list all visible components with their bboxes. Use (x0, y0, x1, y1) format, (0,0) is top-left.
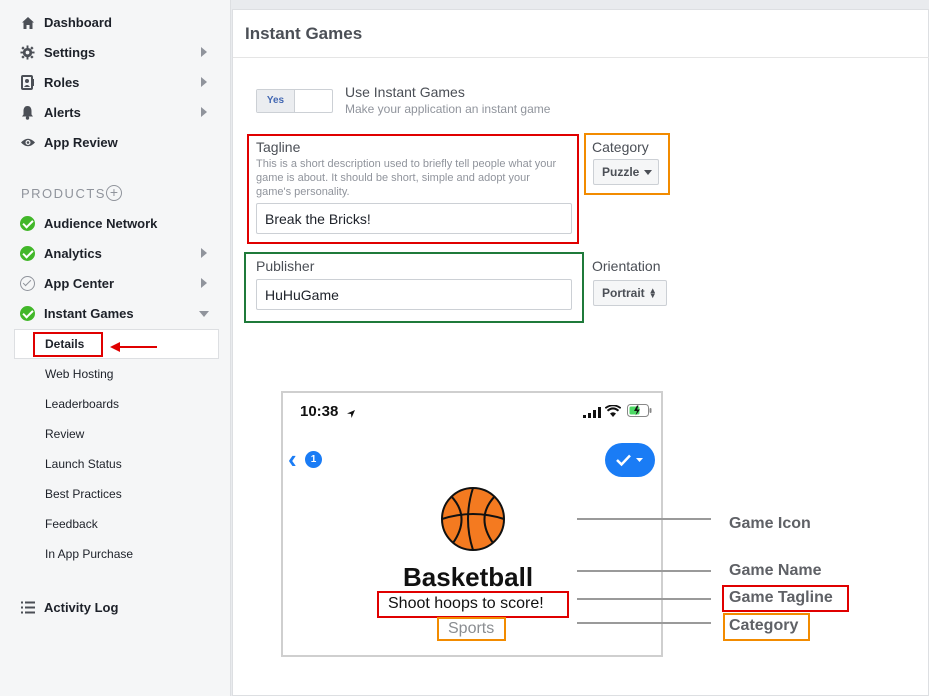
panel-header: Instant Games (233, 10, 929, 58)
orientation-dropdown[interactable]: Portrait ▲ ▼ (593, 280, 667, 306)
game-tagline: Shoot hoops to score! (388, 595, 544, 612)
sidebar-item-label: Audience Network (44, 216, 158, 231)
gear-icon (19, 44, 36, 61)
leader-line-category (577, 622, 711, 624)
sidebar-subitem-leaderboards[interactable]: Leaderboards (45, 397, 119, 411)
sidebar-item-alerts[interactable]: Alerts (0, 97, 219, 127)
check-circle-outline-icon (19, 275, 36, 292)
sidebar-subitem-details[interactable]: Details (45, 337, 84, 351)
home-icon (19, 14, 36, 31)
tagline-help-text: This is a short description used to brie… (256, 158, 557, 198)
sidebar-item-label: Roles (44, 75, 80, 90)
sidebar-item-label: Activity Log (44, 600, 119, 615)
sidebar-item-label: Analytics (44, 246, 102, 261)
game-category: Sports (448, 620, 495, 637)
callout-game-name: Game Name (729, 562, 822, 579)
publisher-label: Publisher (256, 258, 315, 274)
sidebar-item-dashboard[interactable]: Dashboard (0, 7, 219, 37)
chevron-right-icon (201, 248, 207, 258)
tagline-label: Tagline (256, 139, 301, 155)
chevron-down-icon (199, 311, 209, 317)
sidebar-item-label: App Center (44, 276, 115, 291)
sort-arrows-icon: ▲ ▼ (648, 286, 657, 300)
sidebar-item-label: Alerts (44, 105, 81, 120)
caret-down-icon (644, 169, 653, 175)
category-dropdown[interactable]: Puzzle (593, 159, 659, 185)
callout-category: Category (729, 617, 799, 634)
sidebar-item-settings[interactable]: Settings (0, 37, 219, 67)
check-circle-icon (19, 245, 36, 262)
add-product-icon[interactable]: + (106, 185, 122, 201)
sidebar-item-app-review[interactable]: App Review (0, 127, 219, 157)
battery-icon (627, 404, 653, 422)
chevron-right-icon (201, 107, 207, 117)
leader-line-tagline (577, 598, 711, 600)
sidebar-subitem-web-hosting[interactable]: Web Hosting (45, 367, 113, 381)
person-icon (19, 74, 36, 91)
list-icon (19, 599, 36, 616)
back-chevron-icon[interactable]: ‹ (288, 446, 297, 472)
category-value: Puzzle (602, 165, 640, 179)
status-bar-time: 10:38 (300, 403, 339, 420)
game-name: Basketball (403, 562, 534, 592)
chevron-right-icon (201, 47, 207, 57)
sidebar-subitem-launch-status[interactable]: Launch Status (45, 457, 122, 471)
location-arrow-icon (346, 406, 356, 424)
publisher-input[interactable]: HuHuGame (256, 279, 572, 310)
sidebar-item-analytics[interactable]: Analytics (0, 238, 219, 268)
chevron-right-icon (201, 77, 207, 87)
sidebar-item-instant-games[interactable]: Instant Games (0, 298, 219, 328)
sidebar-item-roles[interactable]: Roles (0, 67, 219, 97)
sidebar-subitem-review[interactable]: Review (45, 427, 84, 441)
page-title: Instant Games (245, 24, 363, 43)
check-circle-icon (19, 215, 36, 232)
wifi-icon (604, 404, 622, 422)
sidebar-subitem-in-app-purchase[interactable]: In App Purchase (45, 547, 133, 561)
red-arrow-icon (110, 340, 158, 358)
use-instant-games-toggle[interactable]: Yes (256, 89, 333, 113)
leader-line-name (577, 570, 711, 572)
category-label: Category (592, 139, 649, 155)
products-heading: PRODUCTS (21, 186, 106, 201)
sidebar-item-app-center[interactable]: App Center (0, 268, 219, 298)
basketball-icon (439, 487, 507, 556)
sidebar-subitem-best-practices[interactable]: Best Practices (45, 487, 122, 501)
tagline-input[interactable]: Break the Bricks! (256, 203, 572, 234)
chevron-right-icon (201, 278, 207, 288)
sidebar-item-label: Dashboard (44, 15, 112, 30)
leader-line-icon (577, 518, 711, 520)
callout-game-tagline: Game Tagline (729, 589, 833, 606)
sidebar-item-audience-network[interactable]: Audience Network (0, 208, 219, 238)
back-count-badge: 1 (305, 451, 322, 468)
toggle-yes-label: Yes (257, 90, 295, 112)
sidebar-item-label: Settings (44, 45, 96, 60)
sidebar-item-label: Instant Games (44, 306, 134, 321)
sidebar: Dashboard Settings Roles Alerts App Revi… (0, 0, 231, 696)
orientation-label: Orientation (592, 258, 661, 274)
orientation-value: Portrait (602, 286, 645, 300)
signal-icon (583, 405, 601, 423)
eye-icon (19, 134, 36, 151)
bell-icon (19, 104, 36, 121)
use-instant-games-description: Make your application an instant game (345, 102, 551, 116)
callout-game-icon: Game Icon (729, 515, 811, 532)
sidebar-item-label: App Review (44, 135, 118, 150)
check-icon (616, 453, 644, 472)
sidebar-item-activity-log[interactable]: Activity Log (0, 592, 219, 622)
sidebar-subitem-feedback[interactable]: Feedback (45, 517, 98, 531)
use-instant-games-label: Use Instant Games (345, 84, 465, 100)
check-circle-icon (19, 305, 36, 322)
checkmark-dropdown-button[interactable] (605, 443, 655, 477)
